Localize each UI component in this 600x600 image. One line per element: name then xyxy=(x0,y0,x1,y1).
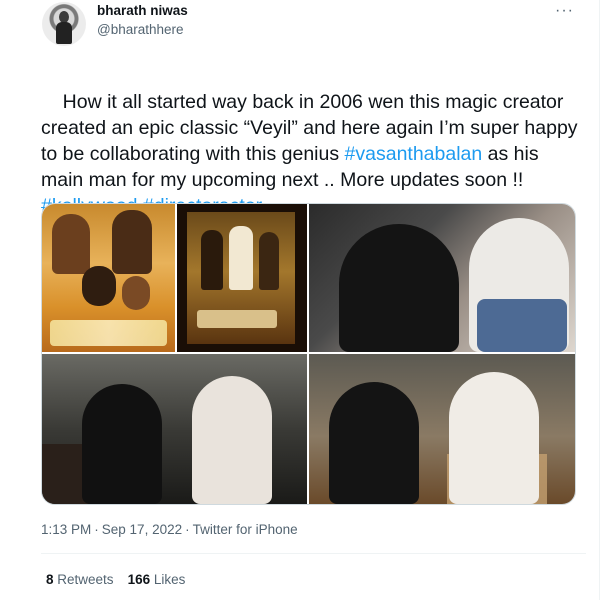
retweets-count: 8 xyxy=(46,572,54,587)
media-image-meeting-2[interactable] xyxy=(42,354,307,504)
more-horizontal-icon[interactable]: ··· xyxy=(555,2,574,20)
tweet-time[interactable]: 1:13 PM xyxy=(41,522,91,537)
avatar-figure xyxy=(56,22,72,44)
retweets-stat[interactable]: 8 Retweets xyxy=(46,572,114,587)
media-image-meeting-3[interactable] xyxy=(309,354,575,504)
tweet-card: bharath niwas @bharathhere ··· How it al… xyxy=(0,0,600,600)
media-image-posters[interactable] xyxy=(42,204,307,352)
media-grid xyxy=(41,203,576,505)
author-name[interactable]: bharath niwas xyxy=(97,3,188,18)
divider xyxy=(41,553,586,554)
hashtag-vasanthabalan[interactable]: #vasanthabalan xyxy=(345,143,483,165)
engagement-stats: 8 Retweets 166 Likes xyxy=(46,572,199,587)
poster-image-1 xyxy=(42,204,175,352)
tweet-date[interactable]: Sep 17, 2022 xyxy=(102,522,182,537)
media-image-meeting-1[interactable] xyxy=(309,204,575,352)
likes-stat[interactable]: 166 Likes xyxy=(128,572,186,587)
avatar[interactable] xyxy=(42,2,86,46)
likes-count: 166 xyxy=(127,572,151,587)
poster-title-art xyxy=(197,310,277,328)
poster-image-2 xyxy=(177,204,307,352)
retweets-label: Retweets xyxy=(57,572,114,587)
author-handle[interactable]: @bharathhere xyxy=(97,22,184,37)
separator-dot: · xyxy=(185,522,190,537)
separator-dot: · xyxy=(94,522,99,537)
tweet-timestamp: 1:13 PM · Sep 17, 2022 · Twitter for iPhone xyxy=(41,522,298,537)
tweet-source[interactable]: Twitter for iPhone xyxy=(193,522,298,537)
likes-label: Likes xyxy=(153,572,186,587)
poster-title-art xyxy=(50,320,167,346)
